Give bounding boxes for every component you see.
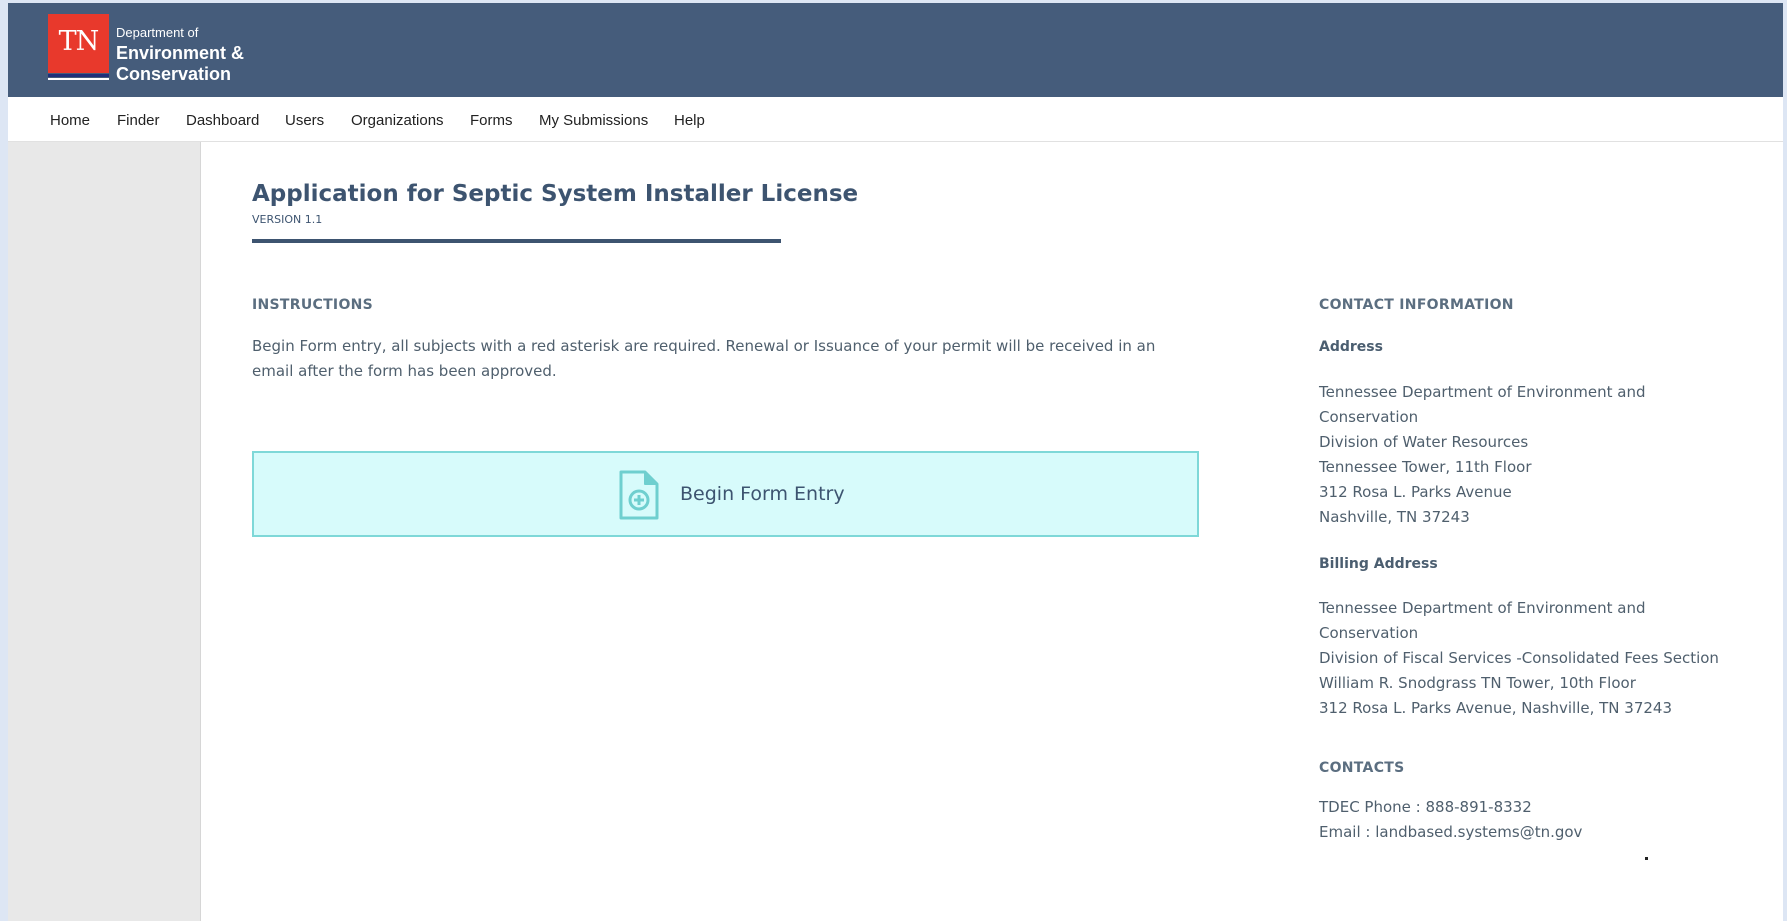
nav-my-submissions[interactable]: My Submissions bbox=[539, 112, 648, 129]
email-link[interactable]: landbased.systems@tn.gov bbox=[1375, 823, 1582, 841]
billing-line: Division of Fiscal Services -Consolidate… bbox=[1319, 649, 1719, 667]
nav-dashboard[interactable]: Dashboard bbox=[186, 112, 259, 129]
begin-form-entry-button[interactable]: Begin Form Entry bbox=[252, 451, 1199, 537]
address-line: Conservation bbox=[1319, 408, 1419, 426]
email-line: Email : landbased.systems@tn.gov bbox=[1319, 820, 1582, 845]
nav-forms[interactable]: Forms bbox=[470, 112, 513, 129]
logo-environment-label: Environment & bbox=[116, 43, 245, 63]
nav-home[interactable]: Home bbox=[50, 112, 90, 129]
nav-finder[interactable]: Finder bbox=[117, 112, 160, 129]
address-line: Division of Water Resources bbox=[1319, 433, 1529, 451]
email-prefix: Email : bbox=[1319, 823, 1376, 841]
page-title: Application for Septic System Installer … bbox=[252, 181, 859, 207]
contact-info-heading: CONTACT INFORMATION bbox=[1319, 297, 1514, 313]
address-label: Address bbox=[1319, 339, 1383, 355]
logo-department-label: Department of bbox=[116, 25, 199, 40]
logo-underline-white bbox=[48, 78, 109, 80]
billing-line: William R. Snodgrass TN Tower, 10th Floo… bbox=[1319, 674, 1636, 692]
billing-line: 312 Rosa L. Parks Avenue, Nashville, TN … bbox=[1319, 699, 1673, 717]
address-line: Tennessee Department of Environment and bbox=[1319, 383, 1646, 401]
billing-line: Conservation bbox=[1319, 624, 1419, 642]
address-line: Tennessee Tower, 11th Floor bbox=[1319, 458, 1532, 476]
app-window: TN Department of Environment & Conservat… bbox=[8, 3, 1783, 921]
form-version: VERSION 1.1 bbox=[252, 213, 323, 226]
address-line: 312 Rosa L. Parks Avenue bbox=[1319, 483, 1512, 501]
tn-logo-mark[interactable]: TN bbox=[48, 14, 109, 73]
instructions-text: Begin Form entry, all subjects with a re… bbox=[252, 337, 1156, 380]
begin-form-entry-label: Begin Form Entry bbox=[680, 483, 845, 505]
title-divider bbox=[252, 239, 781, 243]
phone-line: TDEC Phone : 888-891-8332 bbox=[1319, 798, 1532, 816]
left-sidebar bbox=[8, 142, 201, 921]
site-header: TN Department of Environment & Conservat… bbox=[8, 3, 1783, 97]
address-line: Nashville, TN 37243 bbox=[1319, 508, 1470, 526]
nav-organizations[interactable]: Organizations bbox=[351, 112, 444, 129]
main-nav: Home Finder Dashboard Users Organization… bbox=[8, 97, 1783, 142]
file-plus-icon bbox=[619, 470, 659, 520]
contacts-heading: CONTACTS bbox=[1319, 760, 1405, 776]
instructions-heading: INSTRUCTIONS bbox=[252, 297, 374, 313]
logo-underline bbox=[48, 74, 109, 77]
billing-address-label: Billing Address bbox=[1319, 556, 1438, 572]
nav-users[interactable]: Users bbox=[285, 112, 324, 129]
stray-dot bbox=[1645, 857, 1648, 860]
nav-help[interactable]: Help bbox=[674, 112, 705, 129]
billing-line: Tennessee Department of Environment and bbox=[1319, 599, 1646, 617]
logo-conservation-label: Conservation bbox=[116, 64, 232, 84]
